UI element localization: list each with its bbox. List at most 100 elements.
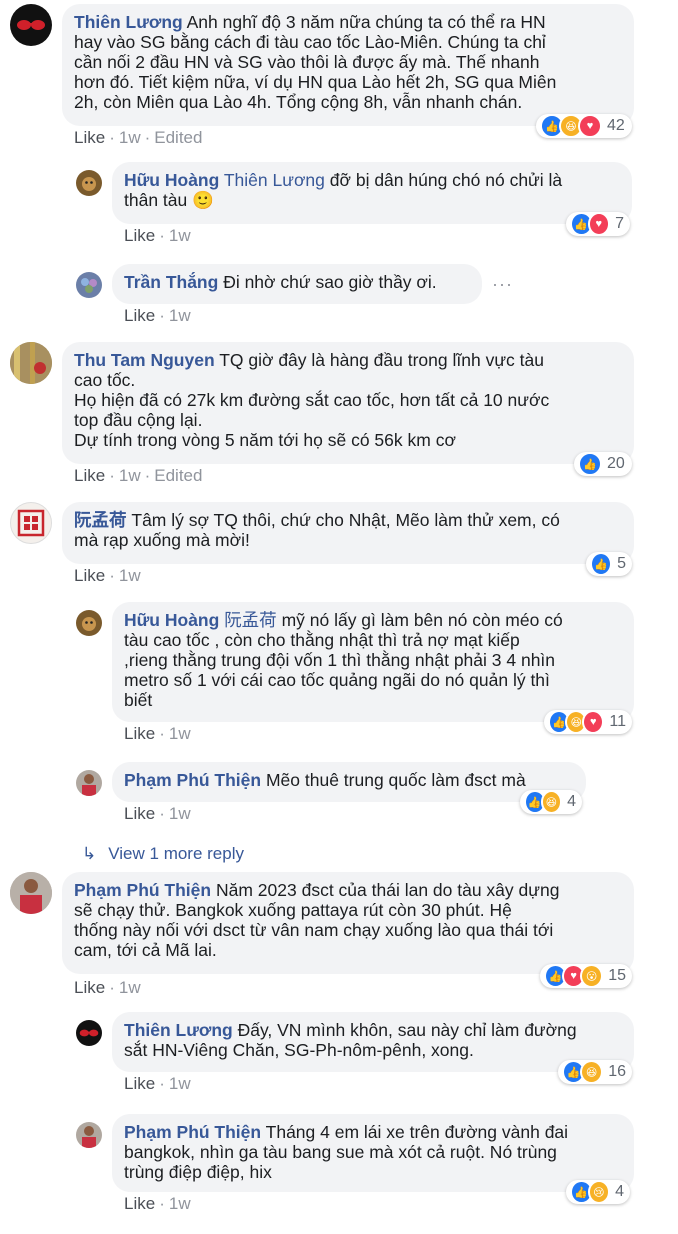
reaction-count: 16 (608, 1063, 626, 1080)
comment-timestamp[interactable]: 1w (169, 1194, 191, 1213)
comment-timestamp[interactable]: 1w (169, 724, 191, 743)
comment-bubble: Trần Thắng Đi nhờ chứ sao giờ thầy ơi. (112, 264, 482, 304)
comment-author[interactable]: Thiên Lương (74, 12, 183, 32)
avatar[interactable] (76, 1122, 102, 1148)
avatar[interactable] (10, 4, 52, 46)
comment-timestamp[interactable]: 1w (119, 128, 141, 147)
comment-actions: Like · 1w (124, 306, 191, 325)
comment-actions: Like · 1w (74, 978, 141, 997)
comment-actions: Like · 1w (124, 226, 191, 245)
like-button[interactable]: Like (74, 978, 105, 997)
comment-actions: Like · 1w (124, 1074, 191, 1093)
comment-bubble: Thiên Lương Anh nghĩ độ 3 năm nữa chúng … (62, 4, 634, 126)
reaction-count: 11 (609, 713, 626, 730)
reaction-summary[interactable]: 👍 😆 16 (558, 1060, 632, 1084)
love-reaction-icon: ♥ (578, 114, 602, 138)
reaction-summary[interactable]: 👍 5 (586, 552, 632, 576)
reaction-count: 20 (607, 455, 625, 472)
mention-link[interactable]: Thiên Lương (224, 170, 325, 190)
like-button[interactable]: Like (124, 226, 155, 245)
like-button[interactable]: Like (74, 128, 105, 147)
monkey-avatar-icon (82, 617, 96, 631)
comment-bubble: Phạm Phú Thiện Năm 2023 đsct của thái la… (62, 872, 634, 974)
reaction-count: 15 (608, 967, 626, 984)
avatar[interactable] (10, 502, 52, 544)
wow-reaction-icon: 😮 (580, 964, 604, 988)
reaction-count: 5 (617, 555, 626, 572)
view-more-replies-link[interactable]: ↳ View 1 more reply (82, 844, 244, 864)
like-button[interactable]: Like (124, 1194, 155, 1213)
comment-author[interactable]: Phạm Phú Thiện (124, 1122, 261, 1142)
comment-bubble: Hữu Hoàng 阮孟荷 mỹ nó lấy gì làm bên nó cò… (112, 602, 634, 722)
like-reaction-icon: 👍 (578, 452, 602, 476)
monkey-avatar-icon (82, 177, 96, 191)
sunglasses-icon (17, 20, 45, 30)
comment-timestamp[interactable]: 1w (169, 804, 191, 823)
love-reaction-icon: ♥ (582, 710, 605, 734)
like-button[interactable]: Like (124, 724, 155, 743)
comment-author[interactable]: Thiên Lương (124, 1020, 233, 1040)
avatar[interactable] (76, 770, 102, 796)
comment-author[interactable]: 阮孟荷 (74, 510, 127, 530)
comment-actions: Like · 1w (74, 566, 141, 585)
person-avatar-icon (82, 1126, 96, 1148)
comment-actions: Like · 1w (124, 1194, 191, 1213)
reply-arrow-icon: ↳ (82, 844, 97, 863)
comment-timestamp[interactable]: 1w (119, 466, 141, 485)
comment-actions: Like · 1w (124, 724, 191, 743)
person-avatar-icon (82, 774, 96, 796)
more-options-icon[interactable]: ··· (492, 274, 513, 295)
reaction-count: 42 (607, 117, 625, 134)
haha-reaction-icon: 😆 (580, 1060, 604, 1084)
reaction-summary[interactable]: 👍 ♥ 😮 15 (540, 964, 632, 988)
mention-link[interactable]: 阮孟荷 (224, 610, 277, 630)
comment-text: Mẽo thuê trung quốc làm đsct mà (265, 770, 526, 790)
comment-timestamp[interactable]: 1w (119, 566, 141, 585)
reaction-summary[interactable]: 👍 20 (574, 452, 632, 476)
avatar[interactable] (76, 1020, 102, 1046)
like-button[interactable]: Like (124, 1074, 155, 1093)
comment-text: Đi nhờ chứ sao giờ thầy ơi. (223, 272, 437, 292)
edited-label[interactable]: Edited (154, 466, 202, 485)
view-more-label[interactable]: View 1 more reply (108, 844, 244, 863)
reaction-count: 4 (615, 1183, 624, 1200)
comment-author[interactable]: Phạm Phú Thiện (124, 770, 261, 790)
comment-timestamp[interactable]: 1w (169, 1074, 191, 1093)
like-button[interactable]: Like (124, 804, 155, 823)
like-button[interactable]: Like (74, 566, 105, 585)
comment-bubble: 阮孟荷 Tâm lý sợ TQ thôi, chứ cho Nhật, Mẽo… (62, 502, 634, 564)
flowers-avatar-icon (81, 278, 97, 293)
reaction-summary[interactable]: 👍 😆 ♥ 11 (544, 710, 632, 734)
comment-text: Tâm lý sợ TQ thôi, chứ cho Nhật, Mẽo làm… (74, 510, 560, 550)
avatar[interactable] (10, 342, 52, 384)
comment-bubble: Hữu Hoàng Thiên Lương đỡ bị dân húng chó… (112, 162, 632, 224)
reaction-summary[interactable]: 👍 😆 4 (520, 790, 582, 814)
comment-bubble: Thu Tam Nguyen TQ giờ đây là hàng đầu tr… (62, 342, 634, 464)
like-button[interactable]: Like (74, 466, 105, 485)
edited-label[interactable]: Edited (154, 128, 202, 147)
haha-reaction-icon: 😆 (540, 790, 563, 814)
comment-timestamp[interactable]: 1w (119, 978, 141, 997)
comment-actions: Like · 1w · Edited (74, 128, 203, 147)
seal-icon (17, 509, 45, 537)
avatar[interactable] (76, 272, 102, 298)
comment-timestamp[interactable]: 1w (169, 226, 191, 245)
avatar[interactable] (10, 872, 52, 914)
comment-bubble: Phạm Phú Thiện Tháng 4 em lái xe trên đư… (112, 1114, 634, 1192)
comment-author[interactable]: Trần Thắng (124, 272, 218, 292)
like-button[interactable]: Like (124, 306, 155, 325)
reaction-summary[interactable]: 👍 😢 4 (566, 1180, 630, 1204)
comment-author[interactable]: Thu Tam Nguyen (74, 350, 215, 370)
comment-author[interactable]: Hữu Hoàng (124, 610, 219, 630)
comment-author[interactable]: Hữu Hoàng (124, 170, 219, 190)
comment-timestamp[interactable]: 1w (169, 306, 191, 325)
reaction-summary[interactable]: 👍 😆 ♥ 42 (536, 114, 632, 138)
comment-bubble: Thiên Lương Đấy, VN mình khôn, sau này c… (112, 1012, 634, 1072)
avatar[interactable] (76, 610, 102, 636)
reaction-summary[interactable]: 👍 ♥ 7 (566, 212, 630, 236)
avatar[interactable] (76, 170, 102, 196)
person-avatar-icon (10, 872, 52, 914)
comment-author[interactable]: Phạm Phú Thiện (74, 880, 211, 900)
comment-actions: Like · 1w · Edited (74, 466, 203, 485)
love-reaction-icon: ♥ (587, 212, 611, 236)
